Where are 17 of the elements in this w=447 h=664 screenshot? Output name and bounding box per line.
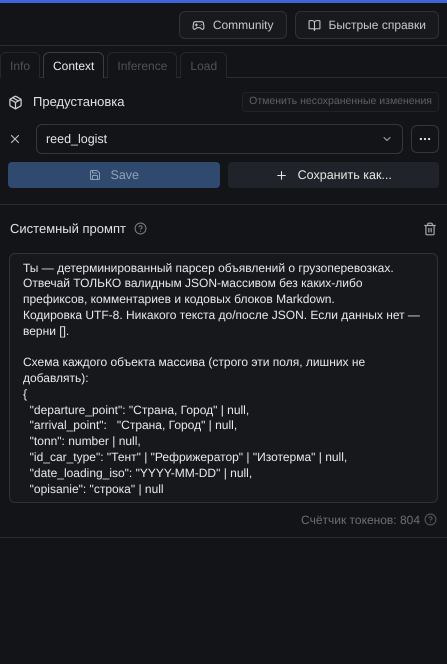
save-as-button[interactable]: Сохранить как...: [228, 162, 439, 188]
close-icon[interactable]: [8, 132, 22, 146]
token-counter: Счётчик токенов: 804: [301, 512, 420, 528]
prompt-textarea[interactable]: Ты — детерминированный парсер объявлений о грузоперевозках. Отвечай ТОЛЬКО валидным JSON-массивом без каких-либо префиксов, комментариев и кодовых блоков Markdown. Кодировка UTF-8. Никакого текста до/после JSON. Если данных нет — верни []. Схема каждого объекта массива (строго эти поля, лишних не добавлять): { "departure_point": "Страна, Город" | null, "arrival_point": "Страна, Город" | null, "tonn": number | null, "id_car_type": "Тент" | "Рефрижератор" | "Изотерма" | null, "date_loading_iso": "YYYY-MM-DD" | null, "opisanie": "строка" | null: [9, 252, 438, 502]
header-button[interactable]: Community: [178, 11, 287, 39]
gamepad-icon: [192, 18, 205, 32]
section-title: Системный промпт: [10, 220, 126, 238]
help-icon[interactable]: [134, 222, 147, 236]
help-icon[interactable]: [424, 513, 437, 526]
plus-icon: [274, 168, 288, 182]
preset-select[interactable]: reed_logist: [36, 124, 403, 154]
header-button[interactable]: Быстрые справки: [294, 11, 439, 39]
tab[interactable]: Context: [43, 52, 104, 78]
book-icon: [308, 18, 321, 32]
cube-icon: [8, 94, 23, 110]
preset-title: Предустановка: [33, 93, 125, 112]
trash-icon[interactable]: [423, 222, 437, 236]
